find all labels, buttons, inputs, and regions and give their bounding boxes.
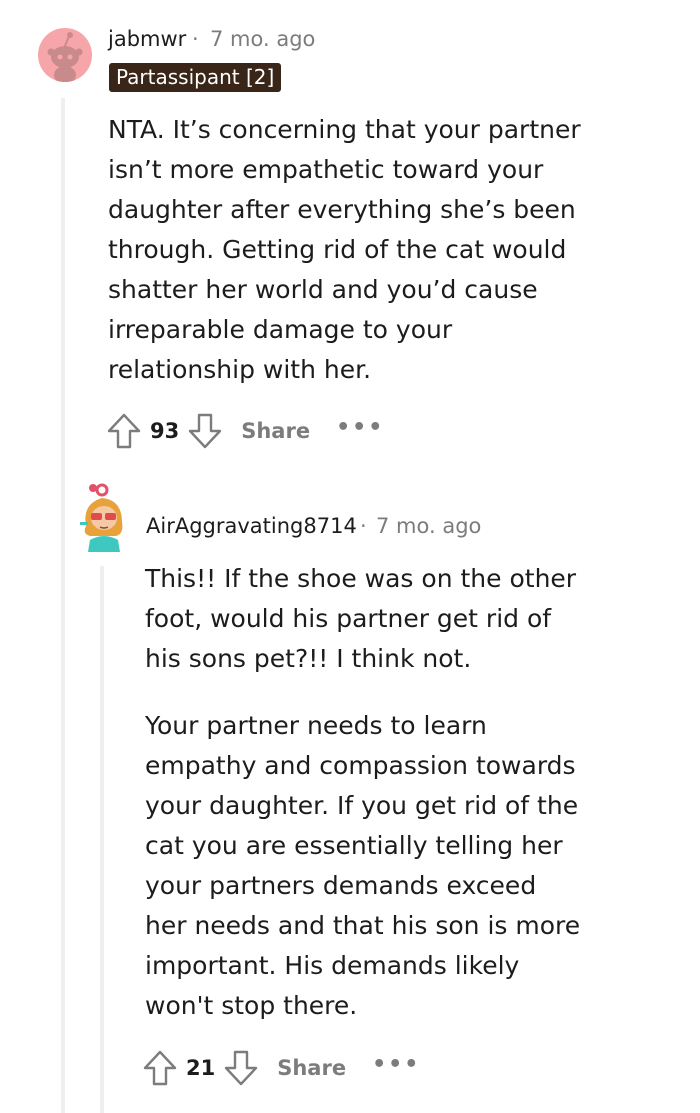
meta-separator: ·: [192, 27, 199, 51]
downvote-icon: [225, 1050, 258, 1086]
comment-action-bar: 21 Share •••: [142, 1048, 420, 1088]
downvote-button[interactable]: [187, 412, 223, 450]
more-options-button[interactable]: •••: [336, 415, 384, 440]
avatar[interactable]: [76, 482, 132, 554]
thread-line-reply[interactable]: [100, 566, 104, 1113]
cartoon-girl-avatar-icon: [80, 483, 123, 552]
downvote-button[interactable]: [223, 1049, 259, 1087]
snoo-avatar-icon: [47, 32, 83, 82]
share-button[interactable]: Share: [277, 1056, 346, 1080]
vote-score: 93: [150, 419, 180, 443]
meta-separator: ·: [360, 514, 367, 538]
upvote-button[interactable]: [142, 1049, 178, 1087]
vote-score: 21: [186, 1056, 216, 1080]
upvote-icon: [107, 413, 141, 449]
thread-line-parent[interactable]: [61, 98, 65, 1113]
comment-username[interactable]: jabmwr: [108, 27, 186, 51]
downvote-icon: [189, 413, 222, 449]
share-button[interactable]: Share: [241, 419, 310, 443]
more-options-button[interactable]: •••: [372, 1052, 420, 1077]
comment-timestamp[interactable]: 7 mo. ago: [210, 27, 315, 51]
comment-username[interactable]: AirAggravating8714: [146, 514, 357, 538]
user-flair-badge: Partassipant [2]: [109, 63, 282, 92]
comment-body-paragraph: Your partner needs to learn empathy and …: [145, 711, 581, 1020]
comment-body-paragraph: This!! If the shoe was on the other foot…: [145, 564, 577, 673]
comment-timestamp[interactable]: 7 mo. ago: [376, 514, 481, 538]
avatar[interactable]: [38, 28, 92, 82]
upvote-icon: [143, 1050, 177, 1086]
upvote-button[interactable]: [106, 412, 142, 450]
comment-action-bar: 93 Share •••: [106, 411, 384, 451]
comment-body: NTA. It’s concerning that your partner i…: [108, 115, 581, 384]
